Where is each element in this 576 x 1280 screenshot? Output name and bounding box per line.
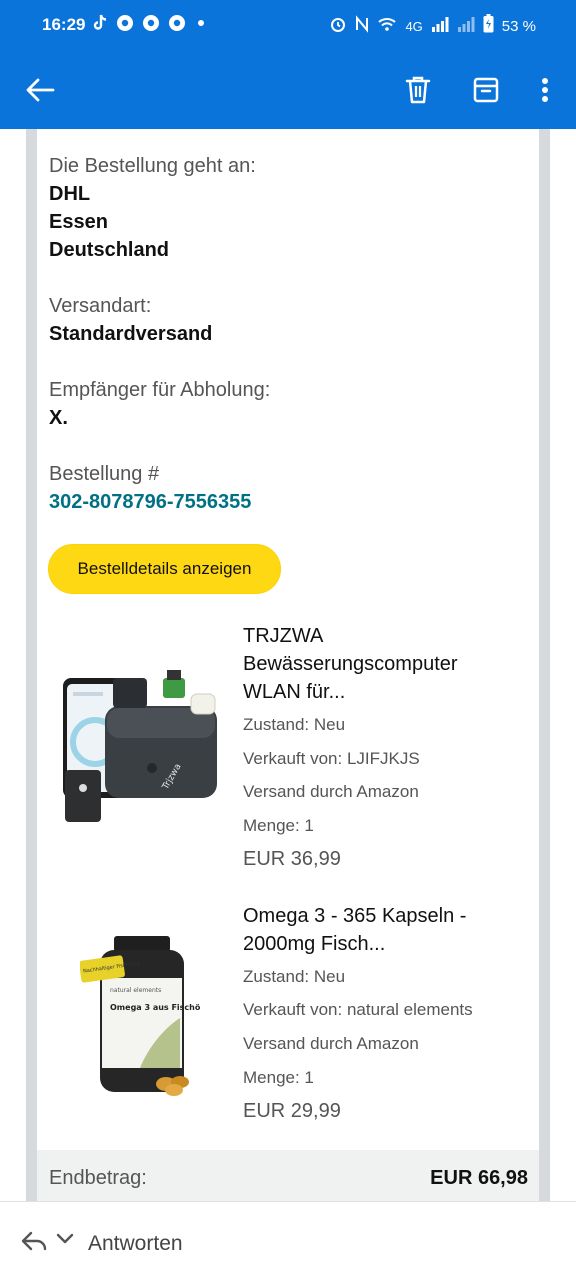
signal-icon [457,15,475,39]
product-fulfillment: Versand durch Amazon [243,1034,419,1053]
product-brand-text: natural elements [110,987,161,994]
reply-icon[interactable] [20,1230,48,1257]
reply-button[interactable]: Antworten [88,1232,183,1256]
product-label-text: Omega 3 aus Fischöl [110,1003,200,1012]
product-price: EUR 29,99 [243,1100,341,1122]
chrome-icon [168,14,186,38]
total-bar: Endbetrag: EUR 66,98 [37,1150,539,1201]
shipping-method-label: Versandart: [49,295,152,317]
shipping-method: Standardversand [49,323,213,345]
ship-to-label: Die Bestellung geht an: [49,155,256,177]
dot-icon [194,14,208,38]
product-quantity: Menge: 1 [243,816,314,835]
archive-icon[interactable] [466,70,506,110]
product-image[interactable]: natural elements Omega 3 aus Fischöl Nac… [79,932,203,1097]
ship-to-line: Deutschland [49,239,170,261]
order-number-link[interactable]: 302-8078796-7556355 [49,491,251,514]
order-number-label: Bestellung # [49,463,160,485]
network-type: 4G [405,18,423,34]
more-icon[interactable] [525,70,565,110]
product-title[interactable]: Omega 3 - 365 Kapseln - 2000mg Fisch... [243,902,513,958]
product-seller: Verkauft von: LJIFJKJS [243,749,420,768]
total-value: EUR 66,98 [430,1167,528,1189]
product-price: EUR 36,99 [243,848,341,870]
product-image[interactable]: Trjzwa [55,670,225,830]
product-condition: Zustand: Neu [243,715,346,734]
ship-to-line: DHL [49,183,91,205]
pickup-name: X. [49,407,68,429]
product-fulfillment: Versand durch Amazon [243,782,419,801]
status-time: 16:29 [42,15,86,34]
system-icons: 4G 53 % [329,14,536,39]
order-details-button[interactable]: Bestelldetails anzeigen [48,544,281,594]
chrome-icon [142,14,160,38]
battery-icon [483,14,494,39]
chrome-icon [116,14,134,38]
app-bar [0,58,576,122]
total-label: Endbetrag: [49,1167,147,1189]
chevron-down-icon[interactable] [55,1232,75,1251]
alarm-icon [329,15,347,39]
product-title[interactable]: TRJZWA Bewässerungscomputer WLAN für... [243,622,513,706]
status-bar: 16:29 4G 53 % [0,0,576,52]
back-icon[interactable] [20,70,60,110]
trash-icon[interactable] [398,70,438,110]
tiktok-icon [92,14,108,38]
notification-icons [92,14,208,38]
top-bar: 16:29 4G 53 % [0,0,576,129]
ship-to-line: Essen [49,211,108,233]
product-quantity: Menge: 1 [243,1068,314,1087]
product-seller: Verkauft von: natural elements [243,1000,473,1019]
pickup-label: Empfänger für Abholung: [49,379,271,401]
product-condition: Zustand: Neu [243,967,346,986]
nfc-icon [355,14,369,39]
reply-bar: Antworten [0,1201,576,1280]
battery-level: 53 % [501,17,536,35]
wifi-icon [377,15,397,39]
signal-icon [431,15,449,39]
